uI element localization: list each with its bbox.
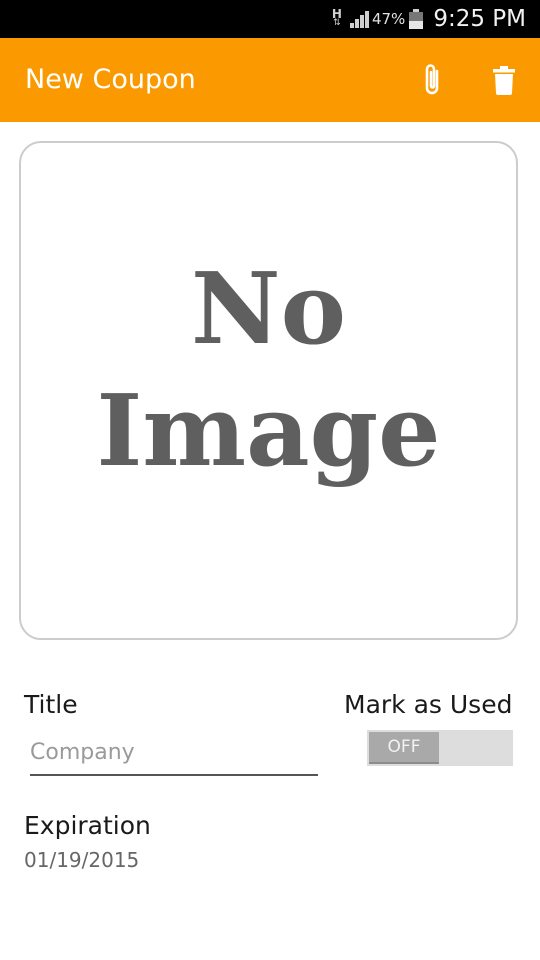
paperclip-icon — [425, 64, 439, 95]
coupon-image-placeholder[interactable]: No Image — [19, 141, 518, 640]
expiration-date[interactable]: 01/19/2015 — [24, 848, 139, 872]
attach-button[interactable] — [414, 60, 450, 100]
trash-icon — [493, 66, 515, 95]
no-image-line2: Image — [96, 374, 441, 489]
mark-as-used-toggle[interactable]: OFF — [367, 730, 513, 766]
signal-icon — [349, 10, 370, 28]
network-type-icon: H ⇅ — [332, 8, 342, 28]
title-label: Title — [24, 690, 78, 719]
status-clock: 9:25 PM — [433, 6, 526, 32]
network-arrows: ⇅ — [333, 18, 341, 28]
mark-as-used-label: Mark as Used — [344, 690, 513, 719]
app-title: New Coupon — [25, 64, 196, 95]
status-icons: H ⇅ 47% 9:25 PM — [332, 0, 526, 38]
toggle-thumb: OFF — [369, 732, 439, 764]
expiration-label: Expiration — [24, 811, 151, 840]
battery-percent: 47% — [371, 10, 406, 28]
app-bar: New Coupon — [0, 38, 540, 122]
no-image-line1: No — [191, 252, 346, 367]
status-bar: H ⇅ 47% 9:25 PM — [0, 0, 540, 38]
no-image-text: No Image — [21, 251, 516, 495]
battery-icon — [409, 9, 424, 29]
title-input[interactable] — [30, 730, 318, 776]
delete-button[interactable] — [486, 60, 522, 100]
